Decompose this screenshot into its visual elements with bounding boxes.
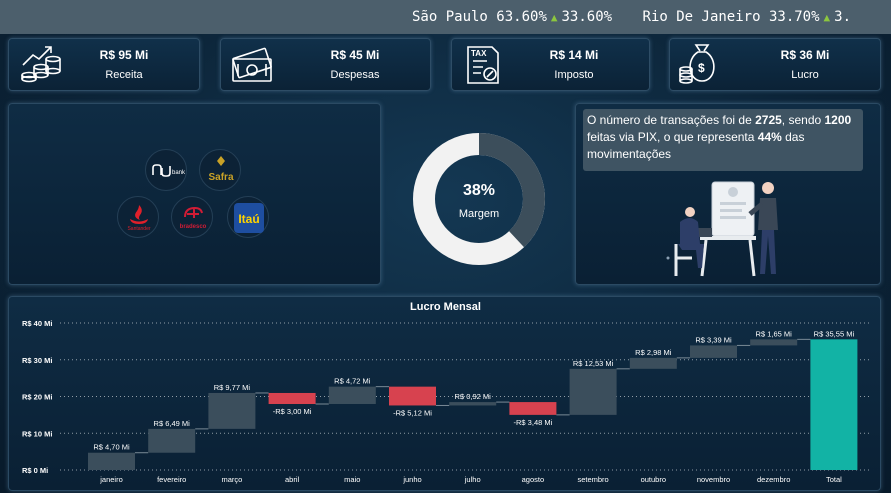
y-tick-label: R$ 20 Mi: [22, 393, 52, 402]
waterfall-bar: [88, 452, 135, 470]
x-tick-label: maio: [344, 475, 360, 484]
x-tick-label: agosto: [522, 475, 545, 484]
x-tick-label: dezembro: [757, 475, 790, 484]
y-tick-label: R$ 40 Mi: [22, 319, 52, 328]
data-label: -R$ 3,00 Mi: [273, 407, 312, 416]
waterfall-bar: [569, 368, 617, 415]
x-tick-label: fevereiro: [157, 475, 186, 484]
waterfall-bar: [389, 386, 436, 406]
data-label: R$ 3,39 Mi: [695, 335, 732, 344]
waterfall-bar: [268, 392, 316, 404]
data-label: R$ 1,65 Mi: [756, 329, 793, 338]
y-tick-label: R$ 0 Mi: [22, 466, 48, 475]
data-label: R$ 12,53 Mi: [573, 359, 614, 368]
data-label: -R$ 3,48 Mi: [514, 418, 553, 427]
data-label: R$ 6,49 Mi: [154, 419, 191, 428]
waterfall-bar: [750, 339, 798, 346]
x-tick-label: novembro: [697, 475, 730, 484]
waterfall-bar: [509, 402, 557, 415]
waterfall-bar: [629, 357, 677, 369]
data-label: R$ 4,70 Mi: [93, 443, 130, 452]
x-tick-label: outubro: [641, 475, 666, 484]
data-label: -R$ 5,12 Mi: [393, 408, 432, 417]
data-label: R$ 4,72 Mi: [334, 377, 371, 386]
data-label: R$ 0,92 Mi: [455, 392, 492, 401]
waterfall-bar: [449, 402, 497, 406]
x-tick-label: junho: [402, 475, 421, 484]
y-tick-label: R$ 10 Mi: [22, 429, 52, 438]
waterfall-chart: R$ 0 Mi R$ 10 Mi R$ 20 Mi R$ 30 Mi R$ 40 Mi R…: [22, 319, 870, 484]
x-tick-label: março: [221, 475, 242, 484]
data-label: R$ 35,55 Mi: [814, 329, 855, 338]
x-tick-label: setembro: [577, 475, 608, 484]
waterfall-bar: [328, 386, 376, 404]
data-label: R$ 2,98 Mi: [635, 348, 672, 357]
x-tick-label: julho: [464, 475, 481, 484]
x-tick-label: Total: [826, 475, 842, 484]
waterfall-bar: [208, 392, 256, 429]
x-tick-label: janeiro: [99, 475, 123, 484]
data-label: R$ 9,77 Mi: [214, 383, 251, 392]
waterfall-bar: [690, 345, 737, 358]
waterfall-bar: [810, 339, 858, 470]
waterfall-bar: [148, 428, 196, 453]
y-tick-label: R$ 30 Mi: [22, 356, 52, 365]
x-tick-label: abril: [285, 475, 300, 484]
